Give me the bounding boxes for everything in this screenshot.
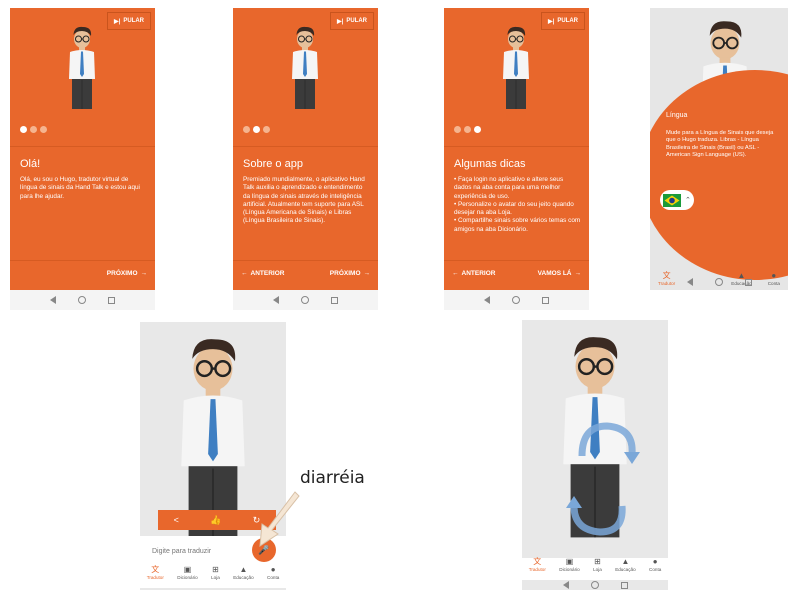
tab-dictionary[interactable]: ▣ Dicionário xyxy=(559,558,579,580)
system-nav-bar xyxy=(522,580,668,590)
back-icon xyxy=(50,296,56,304)
previous-button[interactable]: ← ANTERIOR xyxy=(241,270,284,277)
home-icon xyxy=(714,278,723,286)
circular-motion-arrows-icon xyxy=(566,422,640,536)
screen-title: Algumas dicas xyxy=(454,158,526,170)
chevron-up-icon: ⌃ xyxy=(685,197,691,204)
tab-account[interactable]: ● Conta xyxy=(649,558,661,580)
screen-body: Premiado mundialmente, o aplicativo Hand… xyxy=(243,176,365,225)
book-icon: ▣ xyxy=(565,557,574,566)
arrow-left-icon: ← xyxy=(241,270,248,277)
skip-button[interactable]: ▶| PULAR xyxy=(107,12,151,30)
screen-body: • Faça login no aplicativo e altere seus… xyxy=(454,176,581,233)
onboarding-screen-1: ▶| PULAR Olá! Olá, eu sou o Hugo, traduto… xyxy=(10,8,155,290)
hugo-avatar xyxy=(68,26,96,110)
graduation-cap-icon: ▲ xyxy=(621,557,630,566)
home-icon xyxy=(301,296,309,304)
share-icon[interactable]: < xyxy=(174,515,179,525)
system-nav-bar xyxy=(10,290,155,310)
skip-button[interactable]: ▶| PULAR xyxy=(330,12,374,30)
lets-go-button[interactable]: VAMOS LÁ → xyxy=(538,270,581,277)
recents-icon xyxy=(744,278,752,286)
hugo-avatar xyxy=(291,26,319,110)
arrow-left-icon: ← xyxy=(452,270,459,277)
tab-education[interactable]: ▲ Educação xyxy=(233,566,253,588)
arrow-right-icon: → xyxy=(140,270,148,277)
home-icon xyxy=(512,296,520,304)
tab-account[interactable]: ● Conta xyxy=(267,566,279,588)
screen-title: Olá! xyxy=(20,158,41,170)
screen-body: Olá, eu sou o Hugo, tradutor virtual de … xyxy=(20,176,140,200)
brazil-flag-icon xyxy=(663,193,681,207)
skip-icon: ▶| xyxy=(548,18,555,25)
recents-icon xyxy=(331,296,338,304)
tab-translator[interactable]: 文 Tradutor xyxy=(147,566,164,588)
previous-button[interactable]: ← ANTERIOR xyxy=(452,270,495,277)
cart-icon: ⊞ xyxy=(212,565,219,574)
back-icon xyxy=(562,581,569,589)
next-button[interactable]: PRÓXIMO → xyxy=(107,270,147,277)
onboarding-screen-3: ▶| PULAR Algumas dicas • Faça login no ap… xyxy=(444,8,589,290)
tab-education[interactable]: ▲ Educação xyxy=(615,558,635,580)
annotation-arrow xyxy=(259,491,300,547)
screen-title: Sobre o app xyxy=(243,158,303,170)
back-icon xyxy=(484,296,490,304)
skip-icon: ▶| xyxy=(337,18,344,25)
home-icon xyxy=(78,296,86,304)
like-icon[interactable]: 👍 xyxy=(210,515,221,526)
signing-screen: 文 Tradutor ▣ Dicionário ⊞ Loja ▲ Educação ● C… xyxy=(522,320,668,590)
page-indicator xyxy=(20,126,47,133)
back-icon xyxy=(686,278,693,286)
book-icon: ▣ xyxy=(183,565,192,574)
tab-store[interactable]: ⊞ Loja xyxy=(211,566,220,588)
language-spotlight xyxy=(650,70,788,280)
skip-icon: ▶| xyxy=(114,18,121,25)
next-button[interactable]: PRÓXIMO → xyxy=(330,270,370,277)
cart-icon: ⊞ xyxy=(594,557,601,566)
arrow-right-icon: → xyxy=(574,270,582,277)
annotation-label: diarréia xyxy=(300,468,365,488)
person-icon: ● xyxy=(270,565,276,574)
recents-icon xyxy=(620,581,628,589)
graduation-cap-icon: ▲ xyxy=(239,565,248,574)
system-nav-bar xyxy=(650,272,788,292)
recents-icon xyxy=(542,296,549,304)
skip-button[interactable]: ▶| PULAR xyxy=(541,12,585,30)
back-icon xyxy=(273,296,279,304)
person-icon: ● xyxy=(652,557,658,566)
system-nav-bar xyxy=(444,290,589,310)
hugo-avatar xyxy=(502,26,530,110)
translate-icon: 文 xyxy=(151,565,160,574)
language-description: Mude para a Língua de Sinais que deseja … xyxy=(666,130,774,159)
onboarding-screen-2: ▶| PULAR Sobre o app Premiado mundialment… xyxy=(233,8,378,290)
page-indicator xyxy=(454,126,481,133)
language-screen: Língua Mude para a Língua de Sinais que … xyxy=(650,8,788,290)
tab-dictionary[interactable]: ▣ Dicionário xyxy=(177,566,197,588)
recents-icon xyxy=(108,296,115,304)
home-icon xyxy=(590,581,599,589)
system-nav-bar xyxy=(233,290,378,310)
page-indicator xyxy=(243,126,270,133)
arrow-right-icon: → xyxy=(363,270,371,277)
language-selector[interactable]: ⌃ xyxy=(660,190,694,210)
tab-store[interactable]: ⊞ Loja xyxy=(593,558,602,580)
language-title: Língua xyxy=(666,112,688,119)
tab-translator[interactable]: 文 Tradutor xyxy=(529,558,546,580)
translate-icon: 文 xyxy=(533,557,542,566)
